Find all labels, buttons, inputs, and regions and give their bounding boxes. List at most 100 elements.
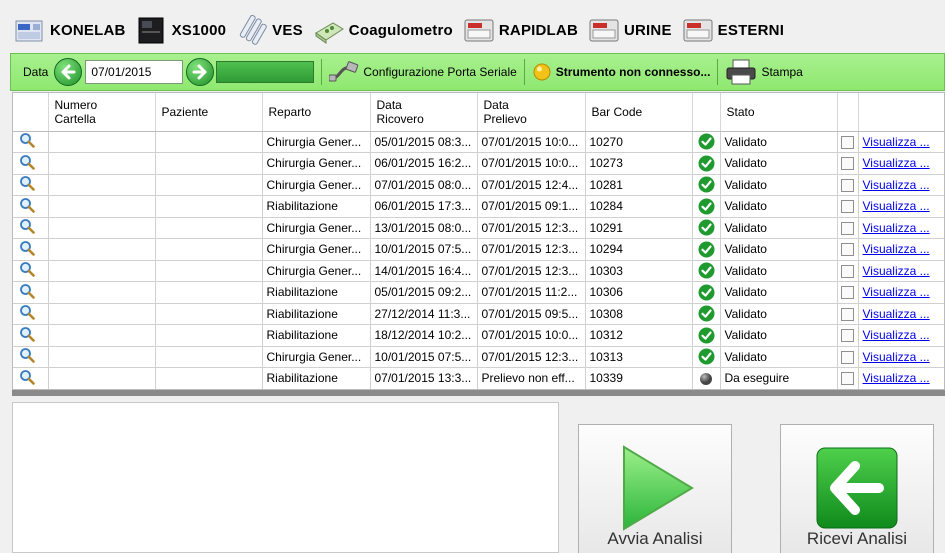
bar-code-cell: 10284 (585, 195, 693, 218)
row-checkbox[interactable] (841, 350, 854, 364)
table-row[interactable]: Riabilitazione 06/01/2015 17:3... 07/01/20… (13, 195, 944, 218)
visualizza-link[interactable]: Visualizza ... (863, 264, 930, 278)
numero-cartella-cell (48, 217, 156, 239)
row-checkbox[interactable] (841, 200, 854, 214)
table-row[interactable]: Chirurgia Gener... 10/01/2015 07:5... 07/0… (13, 346, 944, 368)
column-header-reparto[interactable]: Reparto (262, 93, 371, 132)
tab-rapidlab[interactable]: RAPIDLAB (463, 12, 578, 48)
table-row[interactable]: Riabilitazione 07/01/2015 13:3... Prelievo… (13, 367, 944, 389)
status-icon-cell (692, 324, 721, 347)
view-row-cell[interactable] (13, 346, 49, 368)
table-row[interactable]: Chirurgia Gener... 10/01/2015 07:5... 07/0… (13, 238, 944, 261)
view-row-cell[interactable] (13, 152, 49, 175)
column-header-stato[interactable]: Stato (720, 93, 838, 132)
table-row[interactable]: Riabilitazione 27/12/2014 11:3... 07/01/20… (13, 303, 944, 325)
tab-konelab[interactable]: KONELAB (14, 12, 126, 48)
select-cell (837, 217, 859, 239)
row-checkbox[interactable] (841, 157, 854, 171)
view-row-cell[interactable] (13, 174, 49, 196)
reparto-cell: Riabilitazione (262, 281, 371, 304)
view-row-cell[interactable] (13, 324, 49, 347)
visualizza-link[interactable]: Visualizza ... (863, 371, 930, 385)
visualizza-link[interactable]: Visualizza ... (863, 328, 930, 342)
row-checkbox[interactable] (841, 221, 854, 235)
tab-coagulometro[interactable]: Coagulometro (313, 12, 453, 48)
bar-code-cell: 10308 (585, 303, 693, 325)
table-row[interactable]: Chirurgia Gener... 14/01/2015 16:4... 07/0… (13, 260, 944, 282)
numero-cartella-cell (48, 238, 156, 261)
column-header-paziente[interactable]: Paziente (155, 93, 263, 132)
reparto-cell: Chirurgia Gener... (262, 346, 371, 368)
row-checkbox[interactable] (841, 329, 854, 343)
view-row-cell[interactable] (13, 260, 49, 282)
magnifier-icon (20, 133, 35, 149)
view-row-cell[interactable] (13, 303, 49, 325)
visualizza-link[interactable]: Visualizza ... (863, 285, 930, 299)
visualizza-link[interactable]: Visualizza ... (863, 199, 930, 213)
previous-day-button[interactable] (54, 58, 83, 86)
receive-analysis-button[interactable]: Ricevi Analisi (780, 424, 934, 553)
visualizza-link[interactable]: Visualizza ... (863, 135, 930, 149)
start-analysis-button[interactable]: Avvia Analisi (578, 424, 732, 553)
paziente-cell (155, 131, 263, 153)
row-checkbox[interactable] (841, 372, 854, 386)
select-cell (837, 367, 859, 389)
table-row[interactable]: Riabilitazione 18/12/2014 10:2... 07/01/20… (13, 324, 944, 347)
table-row[interactable]: Chirurgia Gener... 05/01/2015 08:3... 07/0… (13, 131, 944, 153)
visualizza-link[interactable]: Visualizza ... (863, 307, 930, 321)
test-tube-icon (239, 15, 267, 45)
check-circle-icon (698, 262, 714, 279)
column-header-data-ricovero[interactable]: Data Ricovero (370, 93, 478, 132)
tab-urine[interactable]: URINE (588, 12, 672, 48)
view-row-cell[interactable] (13, 281, 49, 304)
tab-ves[interactable]: VES (236, 12, 303, 48)
select-cell (837, 195, 859, 218)
view-row-cell[interactable] (13, 217, 49, 239)
next-day-button[interactable] (186, 58, 215, 86)
status-icon-cell (692, 174, 721, 196)
tab-xs1000[interactable]: XS1000 (136, 12, 227, 48)
tab-esterni[interactable]: ESTERNI (682, 12, 784, 48)
instrument-status: Strumento non connesso... (532, 54, 710, 90)
view-row-cell[interactable] (13, 131, 49, 153)
view-row-cell[interactable] (13, 238, 49, 261)
data-ricovero-cell: 10/01/2015 07:5... (370, 238, 478, 261)
row-checkbox[interactable] (841, 307, 854, 321)
toolbar: Data Configurazione Porta Seriale (10, 53, 945, 91)
visualizza-link[interactable]: Visualizza ... (863, 178, 930, 192)
row-checkbox[interactable] (841, 264, 854, 278)
visualizza-link[interactable]: Visualizza ... (863, 242, 930, 256)
table-row[interactable]: Chirurgia Gener... 07/01/2015 08:0... 07/0… (13, 174, 944, 196)
data-prelievo-cell: 07/01/2015 12:4... (477, 174, 586, 196)
view-row-cell[interactable] (13, 195, 49, 218)
paziente-cell (155, 195, 263, 218)
paziente-cell (155, 174, 263, 196)
data-ricovero-cell: 05/01/2015 08:3... (370, 131, 478, 153)
column-header-data-prelievo[interactable]: Data Prelievo (477, 93, 586, 132)
table-row[interactable]: Riabilitazione 05/01/2015 09:2... 07/01/20… (13, 281, 944, 304)
data-prelievo-cell: 07/01/2015 12:3... (477, 346, 586, 368)
row-checkbox[interactable] (841, 135, 854, 149)
row-checkbox[interactable] (841, 286, 854, 300)
date-field[interactable] (85, 60, 184, 84)
view-row-cell[interactable] (13, 367, 49, 389)
serial-port-config-button[interactable]: Configurazione Porta Seriale (329, 54, 517, 90)
row-checkbox[interactable] (841, 178, 854, 192)
analyzer-black-icon (138, 17, 164, 44)
printer-icon (726, 59, 756, 85)
visualizza-link[interactable]: Visualizza ... (863, 350, 930, 364)
reparto-cell: Chirurgia Gener... (262, 174, 371, 196)
paziente-cell (155, 152, 263, 175)
data-ricovero-cell: 06/01/2015 16:2... (370, 152, 478, 175)
visualizza-cell: Visualizza ... (858, 367, 944, 389)
column-header-bar-code[interactable]: Bar Code (585, 93, 693, 132)
table-row[interactable]: Chirurgia Gener... 13/01/2015 08:0... 07/0… (13, 217, 944, 239)
check-circle-icon (698, 305, 714, 322)
column-header-numero-cartella[interactable]: Numero Cartella (48, 93, 156, 132)
visualizza-link[interactable]: Visualizza ... (863, 156, 930, 170)
row-checkbox[interactable] (841, 243, 854, 257)
print-button[interactable]: Stampa (725, 54, 803, 90)
data-ricovero-cell: 18/12/2014 10:2... (370, 324, 478, 347)
table-row[interactable]: Chirurgia Gener... 06/01/2015 16:2... 07/0… (13, 152, 944, 175)
visualizza-link[interactable]: Visualizza ... (863, 221, 930, 235)
